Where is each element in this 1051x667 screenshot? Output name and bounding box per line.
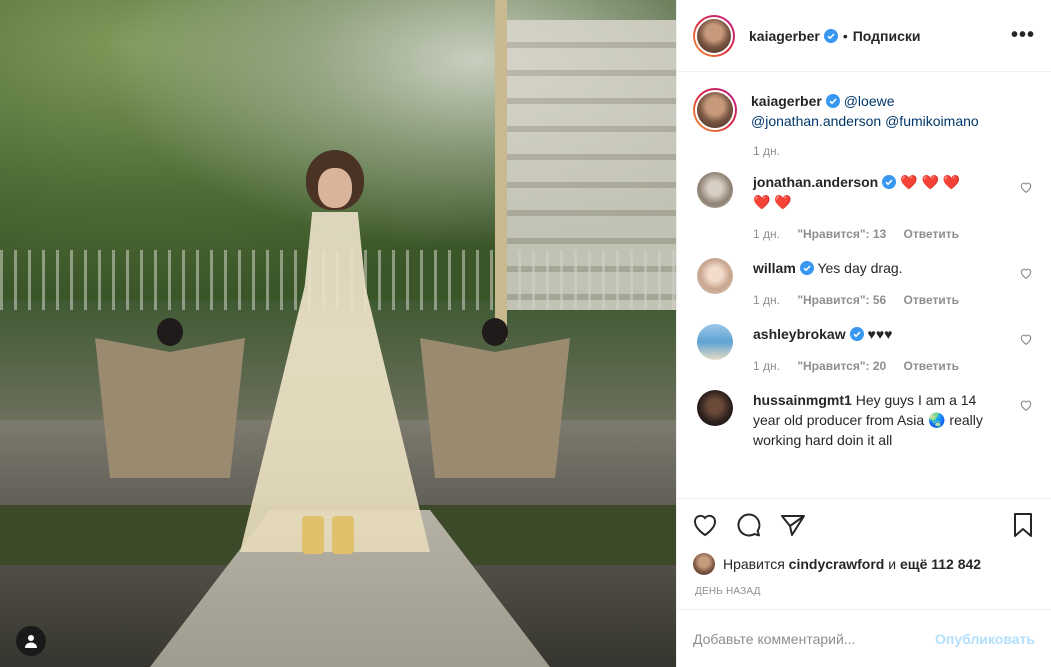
post-timestamp[interactable]: День назад [677,578,1051,609]
likes-joiner: и [888,556,897,572]
caption-author-avatar[interactable] [693,88,737,132]
caption-time[interactable]: 1 дн. [753,144,1035,158]
likes-summary: Нравится cindycrawford и ещё 112 842 [677,550,1051,578]
share-paper-plane-icon[interactable] [779,511,807,539]
commenter-avatar[interactable] [697,390,733,426]
comment-time[interactable]: 1 дн. [753,293,780,307]
verified-badge-icon [882,175,897,189]
comment-item: ashleybrokaw ♥♥♥ 1 дн. "Нравится": 20 От… [693,324,1035,376]
post-photo[interactable] [0,0,676,667]
author-username[interactable]: kaiagerber [749,28,820,44]
verified-badge-icon [849,327,864,341]
commenter-avatar[interactable] [697,172,733,208]
liker-avatar[interactable] [693,553,715,575]
comment-item: jonathan.anderson ❤️ ❤️ ❤️ ❤️ ❤️ 1 дн. "… [693,172,1035,244]
publish-button[interactable]: Опубликовать [935,631,1035,647]
tagged-users-icon[interactable] [16,626,46,656]
photo-right-figure [420,318,570,478]
header-separator: • [842,27,848,44]
likes-count[interactable]: ещё 112 842 [900,556,981,572]
comment-likes[interactable]: "Нравится": 13 [797,227,886,241]
post-header: kaiagerber • Подписки ••• [677,0,1051,72]
commenter-avatar[interactable] [697,324,733,360]
author-avatar[interactable] [693,14,735,57]
reply-button[interactable]: Ответить [904,293,959,307]
verified-badge-icon [825,94,840,108]
comments-list[interactable]: kaiagerber @loewe @jonathan.anderson @fu… [677,72,1051,498]
like-heart-icon[interactable] [691,511,719,539]
more-options-icon[interactable]: ••• [1011,24,1035,47]
reply-button[interactable]: Ответить [904,359,959,373]
mention-link[interactable]: @fumikoimano [885,113,979,129]
commenter-username[interactable]: hussainmgmt1 [753,392,852,408]
comment-item: willam Yes day drag. 1 дн. "Нравится": 5… [693,258,1035,310]
reply-button[interactable]: Ответить [904,227,959,241]
following-button[interactable]: Подписки [853,28,921,44]
add-comment-bar: Опубликовать [677,609,1051,667]
comment-input[interactable] [693,630,936,647]
save-bookmark-icon[interactable] [1009,511,1037,539]
likes-prefix: Нравится [723,556,785,572]
comment-bubble-icon[interactable] [735,511,763,539]
comment-text: ❤️ ❤️ ❤️ [900,174,961,190]
commenter-username[interactable]: willam [753,260,796,276]
commenter-avatar[interactable] [697,258,733,294]
photo-pole [495,0,507,340]
comment-time[interactable]: 1 дн. [753,359,780,373]
commenter-username[interactable]: jonathan.anderson [753,174,878,190]
post-caption: kaiagerber @loewe @jonathan.anderson @fu… [693,88,1035,132]
comment-text: Yes day drag. [817,260,903,276]
verified-badge-icon [799,261,814,275]
photo-left-figure [95,318,245,478]
photo-main-figure [240,150,430,554]
comment-item: hussainmgmt1 Hey guys I am a 14 year old… [693,390,1035,450]
liker-username[interactable]: cindycrawford [789,556,885,572]
caption-author[interactable]: kaiagerber [751,93,822,109]
comment-text-continued: ❤️ ❤️ [753,194,792,210]
like-comment-heart-icon[interactable] [1019,266,1033,280]
commenter-username[interactable]: ashleybrokaw [753,326,846,342]
verified-badge-icon [823,28,838,43]
post-actions [677,498,1051,550]
mention-link[interactable]: @jonathan.anderson [751,113,881,129]
comment-likes[interactable]: "Нравится": 56 [797,293,886,307]
like-comment-heart-icon[interactable] [1019,180,1033,194]
like-comment-heart-icon[interactable] [1019,332,1033,346]
post-sidebar: kaiagerber • Подписки ••• kaiagerber @lo… [676,0,1051,667]
like-comment-heart-icon[interactable] [1019,398,1033,412]
comment-time[interactable]: 1 дн. [753,227,780,241]
mention-link[interactable]: @loewe [844,93,895,109]
comment-likes[interactable]: "Нравится": 20 [797,359,886,373]
comment-text: ♥♥♥ [867,326,893,342]
